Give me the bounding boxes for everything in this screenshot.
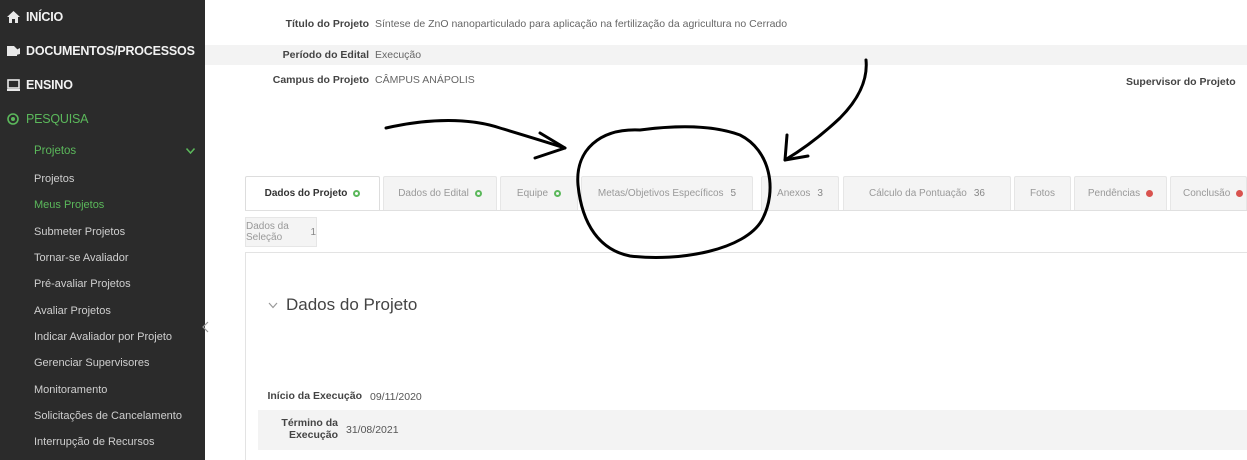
tab-label: Dados do Edital	[398, 188, 469, 199]
tab-label: Cálculo da Pontuação	[869, 188, 967, 199]
field-value: 31/08/2021	[346, 424, 399, 436]
sidebar-item-0[interactable]: Projetos	[0, 166, 205, 192]
home-icon	[6, 10, 20, 24]
tab-dados-do-projeto[interactable]: Dados do Projeto	[245, 176, 380, 210]
sidebar-item-3[interactable]: Tornar-se Avaliador	[0, 245, 205, 271]
sidebar-item-8[interactable]: Monitoramento	[0, 376, 205, 402]
field-label: Término da Execução	[281, 417, 338, 441]
tab-label: Conclusão	[1183, 188, 1231, 199]
tab-label: Dados da Seleção	[246, 221, 289, 243]
collapse-sidebar-chevron-left-icon[interactable]	[197, 318, 213, 336]
nav-pesquisa[interactable]: PESQUISA	[0, 102, 205, 136]
tab-equipe[interactable]: Equipe	[500, 176, 578, 210]
tab-count-badge: 5	[730, 188, 737, 199]
campus-label: Campus do Projeto	[272, 74, 369, 86]
tab-count-badge: 3	[817, 188, 823, 199]
nav-ensino[interactable]: ENSINO	[0, 68, 205, 102]
nav-ensino-label: ENSINO	[26, 78, 73, 92]
supervisor-label: Supervisor do Projeto	[1126, 76, 1236, 88]
section-title: Dados do Projeto	[286, 295, 418, 314]
sidebar-item-4[interactable]: Pré-avaliar Projetos	[0, 271, 205, 297]
status-ok-icon	[353, 190, 361, 197]
status-error-icon	[1146, 190, 1154, 197]
document-icon	[6, 44, 20, 58]
nav-pesquisa-label: PESQUISA	[26, 112, 89, 126]
left-arrow-annotation	[384, 119, 567, 150]
chevron-down-icon	[185, 145, 196, 157]
field-value: 09/11/2020	[370, 391, 422, 403]
tab-label: Dados do Projeto	[264, 188, 348, 199]
info-row-titulo: Título do Projeto Síntese de ZnO nanopar…	[205, 14, 1247, 34]
pesquisa-icon	[6, 112, 20, 126]
tab-label: Equipe	[516, 188, 549, 199]
submenu-projetos-label: Projetos	[34, 145, 77, 157]
sidebar-item-9[interactable]: Solicitações de Cancelamento	[0, 403, 205, 429]
tab-conclusao[interactable]: Conclusão	[1170, 176, 1247, 210]
titulo-value: Síntese de ZnO nanoparticulado para apli…	[375, 18, 788, 30]
tab-anexos[interactable]: Anexos 3	[761, 176, 839, 210]
submenu-projetos-toggle[interactable]: Projetos	[0, 136, 205, 166]
tab-count-badge: 36	[973, 188, 985, 199]
tab-calculo-pontuacao[interactable]: Cálculo da Pontuação 36	[843, 176, 1011, 210]
sidebar-item-6[interactable]: Indicar Avaliador por Projeto	[0, 324, 205, 350]
status-error-icon	[1236, 190, 1244, 197]
ensino-icon	[6, 78, 20, 92]
info-row-periodo: Período do Edital Execução	[205, 45, 1247, 65]
chevron-down-icon	[268, 298, 278, 312]
tab-dados-da-selecao[interactable]: Dados da Seleção 1	[245, 217, 317, 247]
tab-label: Anexos	[777, 188, 811, 199]
nav-inicio[interactable]: INÍCIO	[0, 0, 205, 34]
titulo-label: Título do Projeto	[285, 18, 369, 30]
info-row-campus: Campus do Projeto CÂMPUS ANÁPOLIS	[205, 70, 1247, 90]
submenu-list: Projetos Meus Projetos Submeter Projetos To…	[0, 166, 205, 455]
sidebar-item-7[interactable]: Gerenciar Supervisores	[0, 350, 205, 376]
tab-pendencias[interactable]: Pendências	[1074, 176, 1167, 210]
tabs-bar: Dados do Projeto Dados do Edital Equipe …	[245, 176, 1247, 211]
sidebar: INÍCIO DOCUMENTOS/PROCESSOS ENSINO PESQU…	[0, 0, 205, 460]
sidebar-item-5[interactable]: Avaliar Projetos	[0, 297, 205, 323]
sidebar-item-10[interactable]: Interrupção de Recursos	[0, 429, 205, 455]
sidebar-item-2[interactable]: Submeter Projetos	[0, 219, 205, 245]
tab-fotos[interactable]: Fotos	[1014, 176, 1071, 210]
tab-count-badge: 1	[310, 226, 316, 238]
tab-label: Metas/Objetivos Específicos	[597, 188, 724, 199]
status-ok-icon	[474, 190, 482, 197]
nav-documentos-processos[interactable]: DOCUMENTOS/PROCESSOS	[0, 34, 205, 68]
status-ok-icon	[554, 190, 562, 197]
field-label: Início da Execução	[267, 390, 362, 403]
periodo-label: Período do Edital	[282, 49, 369, 61]
tab-label: Pendências	[1087, 188, 1141, 199]
nav-inicio-label: INÍCIO	[26, 10, 63, 24]
field-row-termino: Término da Execução 31/08/2021	[258, 410, 1247, 450]
tab-label: Fotos	[1029, 188, 1055, 199]
tab-dados-do-edital[interactable]: Dados do Edital	[383, 176, 497, 210]
campus-value: CÂMPUS ANÁPOLIS	[375, 74, 475, 86]
field-row-inicio: Início da Execução 09/11/2020	[258, 386, 1247, 408]
tab-metas-objetivos[interactable]: Metas/Objetivos Específicos 5	[581, 176, 753, 210]
section-toggle-dados-do-projeto[interactable]: Dados do Projeto	[268, 295, 417, 315]
sidebar-item-1[interactable]: Meus Projetos	[0, 192, 205, 218]
nav-documentos-label: DOCUMENTOS/PROCESSOS	[26, 44, 195, 58]
periodo-value: Execução	[375, 49, 422, 61]
